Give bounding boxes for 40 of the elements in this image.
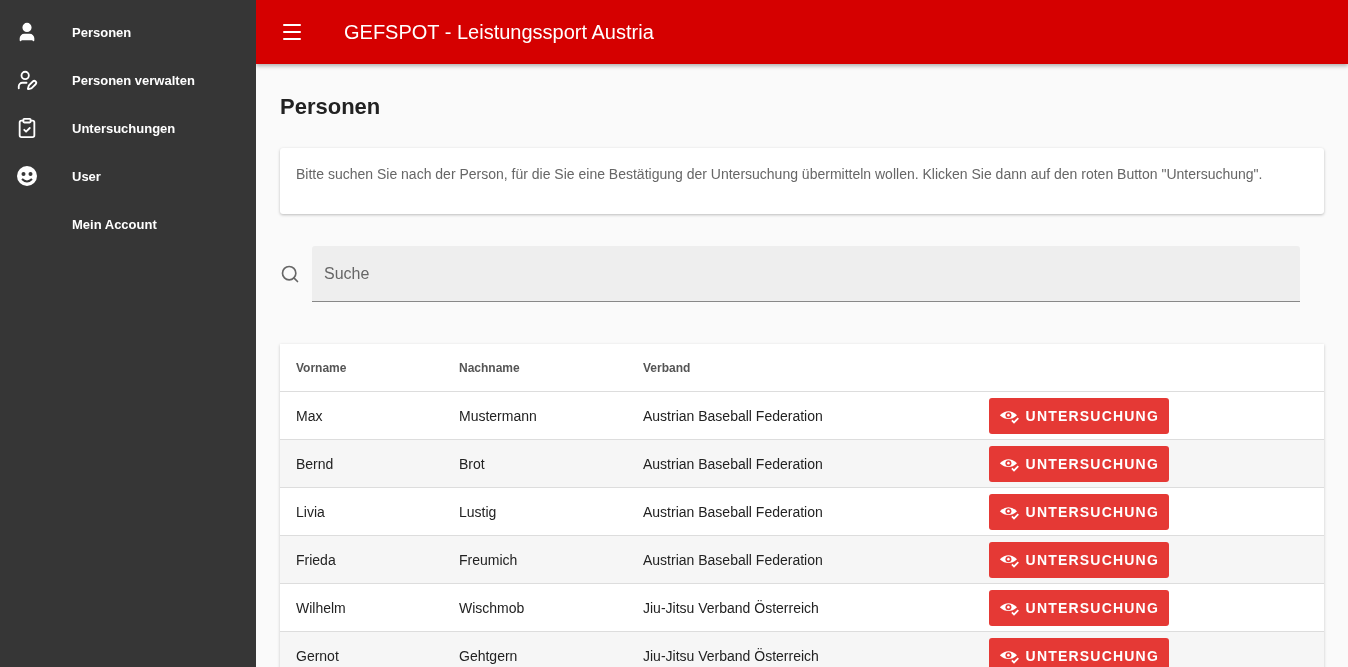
table-cell: Max: [280, 391, 443, 440]
column-header: Nachname: [443, 344, 627, 392]
sidebar-item[interactable]: Mein Account: [0, 200, 256, 248]
table-cell: Bernd: [280, 439, 443, 488]
table-cell: Wilhelm: [280, 583, 443, 632]
sidebar-item[interactable]: Untersuchungen: [0, 104, 256, 152]
clipboard-check-icon: [16, 117, 38, 139]
app-title: GEFSPOT - Leistungssport Austria: [344, 20, 654, 44]
person-edit-icon: [16, 69, 38, 91]
column-header: Vorname: [280, 344, 443, 392]
examination-button[interactable]: UNTERSUCHUNG: [989, 589, 1169, 626]
table-cell: Austrian Baseball Federation: [627, 391, 974, 440]
face-icon: [16, 165, 38, 187]
examination-button[interactable]: UNTERSUCHUNG: [989, 445, 1169, 482]
examination-button[interactable]: UNTERSUCHUNG: [989, 637, 1169, 667]
examination-button[interactable]: UNTERSUCHUNG: [989, 541, 1169, 578]
table-cell: Freumich: [443, 535, 627, 584]
table-cell: Wischmob: [443, 583, 627, 632]
table-cell: Austrian Baseball Federation: [627, 487, 974, 536]
search-field[interactable]: Suche: [312, 246, 1300, 302]
table-cell: Austrian Baseball Federation: [627, 535, 974, 584]
table-cell: Gehtgern: [443, 631, 627, 667]
column-header: Verband: [627, 344, 974, 392]
sidebar-item[interactable]: User: [0, 152, 256, 200]
search-icon: [280, 264, 300, 284]
table-cell: Jiu-Jitsu Verband Österreich: [627, 631, 974, 667]
table-cell: Gernot: [280, 631, 443, 667]
page-title: Personen: [280, 94, 382, 120]
sidebar-item[interactable]: Personen: [0, 8, 256, 56]
info-card: Bitte suchen Sie nach der Person, für die Sie eine Bestätigung der Untersuchung übermitteln wollen. Klicken Sie dann auf den roten Button "Untersuchung".: [280, 148, 1324, 214]
sidebar-item[interactable]: Personen verwalten: [0, 56, 256, 104]
table-cell: Frieda: [280, 535, 443, 584]
table-cell: Lustig: [443, 487, 627, 536]
examination-button[interactable]: UNTERSUCHUNG: [989, 493, 1169, 530]
table-cell: Jiu-Jitsu Verband Österreich: [627, 583, 974, 632]
table-cell: Mustermann: [443, 391, 627, 440]
table-cell: Livia: [280, 487, 443, 536]
examination-button[interactable]: UNTERSUCHUNG: [989, 397, 1169, 434]
table-cell: Brot: [443, 439, 627, 488]
table-cell: Austrian Baseball Federation: [627, 439, 974, 488]
